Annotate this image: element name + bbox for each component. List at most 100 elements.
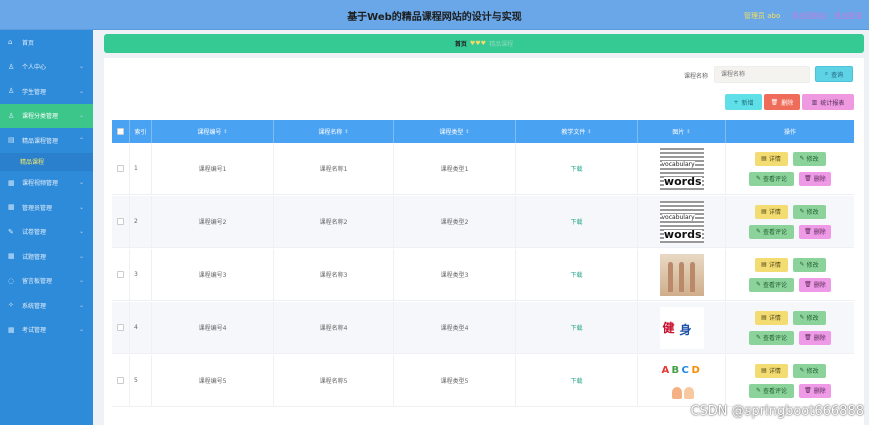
sidebar-item-label: 考试管理: [22, 327, 47, 335]
cell-code: 课程编号2: [152, 196, 274, 247]
sidebar-item-label: 课程视频管理: [22, 180, 59, 188]
view-comments-button[interactable]: ✎ 查看评论: [749, 330, 794, 345]
col-name[interactable]: 课程名称 ⇕: [274, 120, 394, 143]
edit-icon: ✎: [799, 155, 805, 162]
view-comments-button[interactable]: ✎ 查看评论: [749, 224, 794, 239]
detail-button[interactable]: ▤ 详情: [754, 151, 788, 166]
settings-icon: ✧: [8, 301, 14, 310]
chevron-down-icon: ⌄: [78, 112, 84, 120]
search-input[interactable]: [714, 66, 810, 83]
cell-type: 课程类型2: [394, 196, 516, 247]
edit-icon: ✎: [799, 314, 805, 321]
download-link[interactable]: 下载: [570, 323, 582, 332]
document-icon: ▤: [761, 155, 767, 162]
edit-button[interactable]: ✎ 修改: [792, 204, 826, 219]
sidebar-item-featured-courses[interactable]: ▤ 精品课程管理 ⌃: [0, 128, 93, 153]
sort-icon: ⇕: [686, 128, 691, 135]
col-type[interactable]: 课程类型 ⇕: [394, 120, 516, 143]
edit-icon: ✎: [755, 228, 761, 235]
col-actions: 操作: [783, 129, 796, 136]
course-image: 健身: [659, 306, 704, 349]
edit-icon: ✎: [799, 208, 805, 215]
checkbox[interactable]: [117, 128, 124, 135]
row-checkbox[interactable]: [117, 324, 124, 331]
sidebar-item-system[interactable]: ✧ 系统管理 ⌄: [0, 293, 93, 318]
admin-label: 管理员 abo: [744, 12, 781, 20]
edit-button[interactable]: ✎ 修改: [792, 363, 826, 378]
sidebar-item-course-category[interactable]: ♙ 课程分类管理 ⌄: [0, 103, 93, 128]
download-link[interactable]: 下载: [570, 217, 582, 226]
sidebar-item-label: 学生管理: [22, 88, 47, 96]
sidebar: ⌂ 首页 ♙ 个人中心 ⌄ ♙ 学生管理 ⌄ ♙ 课程分类管理 ⌄ ▤ 精品课程…: [0, 30, 93, 425]
sidebar-item-messages[interactable]: ◌ 留言板管理 ⌄: [0, 269, 93, 294]
logout-link[interactable]: 退出登录: [834, 11, 862, 21]
trash-icon: 🗑: [804, 228, 812, 235]
col-image[interactable]: 图片 ⇕: [638, 120, 726, 143]
sidebar-item-profile[interactable]: ♙ 个人中心 ⌄: [0, 55, 93, 80]
search-label: 课程名称: [684, 73, 709, 80]
row-delete-button[interactable]: 🗑 删除: [799, 277, 831, 292]
edit-button[interactable]: ✎ 修改: [792, 151, 826, 166]
app-title: 基于Web的精品课程网站的设计与实现: [347, 12, 522, 23]
table-row: 1 课程编号1 课程名称1 课程类型1 下载 vocabulary words ▤…: [112, 143, 854, 195]
download-link[interactable]: 下载: [570, 376, 582, 385]
download-link[interactable]: 下载: [570, 270, 582, 279]
stats-button[interactable]: ▥ 统计报表: [802, 94, 854, 110]
sidebar-item-students[interactable]: ♙ 学生管理 ⌄: [0, 79, 93, 104]
cell-index: 5: [130, 355, 152, 406]
delete-button[interactable]: 🗑 删除: [764, 94, 800, 110]
breadcrumb-home[interactable]: 首页: [455, 39, 467, 48]
col-code[interactable]: 课程编号 ⇕: [152, 120, 274, 143]
bar-chart-icon: ▥: [811, 98, 818, 106]
sidebar-item-exams[interactable]: ▦ 考试管理 ⌄: [0, 318, 93, 343]
add-button[interactable]: + 新增: [725, 94, 762, 110]
view-comments-button[interactable]: ✎ 查看评论: [749, 277, 794, 292]
sidebar-item-course-videos[interactable]: ▦ 课程视频管理 ⌄: [0, 171, 93, 196]
chevron-down-icon: ⌄: [78, 203, 84, 211]
row-checkbox[interactable]: [117, 218, 124, 225]
row-checkbox[interactable]: [117, 377, 124, 384]
trash-icon: 🗑: [804, 387, 812, 394]
grid-icon: ▦: [8, 178, 15, 187]
row-checkbox[interactable]: [117, 165, 124, 172]
cell-name: 课程名称4: [274, 302, 394, 353]
edit-button[interactable]: ✎ 修改: [792, 310, 826, 325]
grid-icon: ▦: [8, 203, 15, 212]
row-delete-button[interactable]: 🗑 删除: [799, 330, 831, 345]
view-comments-button[interactable]: ✎ 查看评论: [749, 383, 794, 398]
view-comments-button[interactable]: ✎ 查看评论: [749, 171, 794, 186]
download-link[interactable]: 下载: [570, 164, 582, 173]
sidebar-item-label: 首页: [22, 39, 35, 47]
front-link[interactable]: 退出到前台: [792, 11, 827, 21]
trash-icon: 🗑: [804, 175, 812, 182]
sidebar-item-label: 系统管理: [22, 302, 47, 310]
sidebar-item-questions[interactable]: ▦ 试题管理 ⌄: [0, 244, 93, 269]
row-delete-button[interactable]: 🗑 删除: [799, 383, 831, 398]
header-select-all[interactable]: [112, 120, 130, 143]
user-icon: ♙: [8, 111, 15, 120]
sidebar-item-home[interactable]: ⌂ 首页: [0, 30, 93, 55]
row-delete-button[interactable]: 🗑 删除: [799, 224, 831, 239]
sidebar-item-label: 留言板管理: [22, 278, 53, 286]
plus-icon: +: [733, 98, 739, 106]
edit-icon: ✎: [8, 227, 14, 236]
sidebar-item-label: 个人中心: [22, 64, 47, 72]
cell-index: 3: [130, 249, 152, 300]
cell-type: 课程类型1: [394, 143, 516, 194]
detail-button[interactable]: ▤ 详情: [754, 204, 788, 219]
detail-button[interactable]: ▤ 详情: [754, 257, 788, 272]
document-icon: ▤: [761, 314, 767, 321]
detail-button[interactable]: ▤ 详情: [754, 310, 788, 325]
col-file[interactable]: 教学文件 ⇕: [516, 120, 638, 143]
sidebar-item-admins[interactable]: ▦ 管理员管理 ⌄: [0, 195, 93, 220]
search-button[interactable]: ⌕ 查询: [815, 66, 853, 82]
row-delete-button[interactable]: 🗑 删除: [799, 171, 831, 186]
sidebar-item-papers[interactable]: ✎ 试卷管理 ⌄: [0, 220, 93, 245]
chevron-down-icon: ⌄: [78, 179, 84, 187]
sidebar-subitem-featured[interactable]: 精品课程: [0, 152, 93, 171]
edit-button[interactable]: ✎ 修改: [792, 257, 826, 272]
cell-name: 课程名称3: [274, 249, 394, 300]
row-checkbox[interactable]: [117, 271, 124, 278]
breadcrumb: 首页 ♥♥♥ 精品课程: [104, 34, 864, 53]
detail-button[interactable]: ▤ 详情: [754, 363, 788, 378]
